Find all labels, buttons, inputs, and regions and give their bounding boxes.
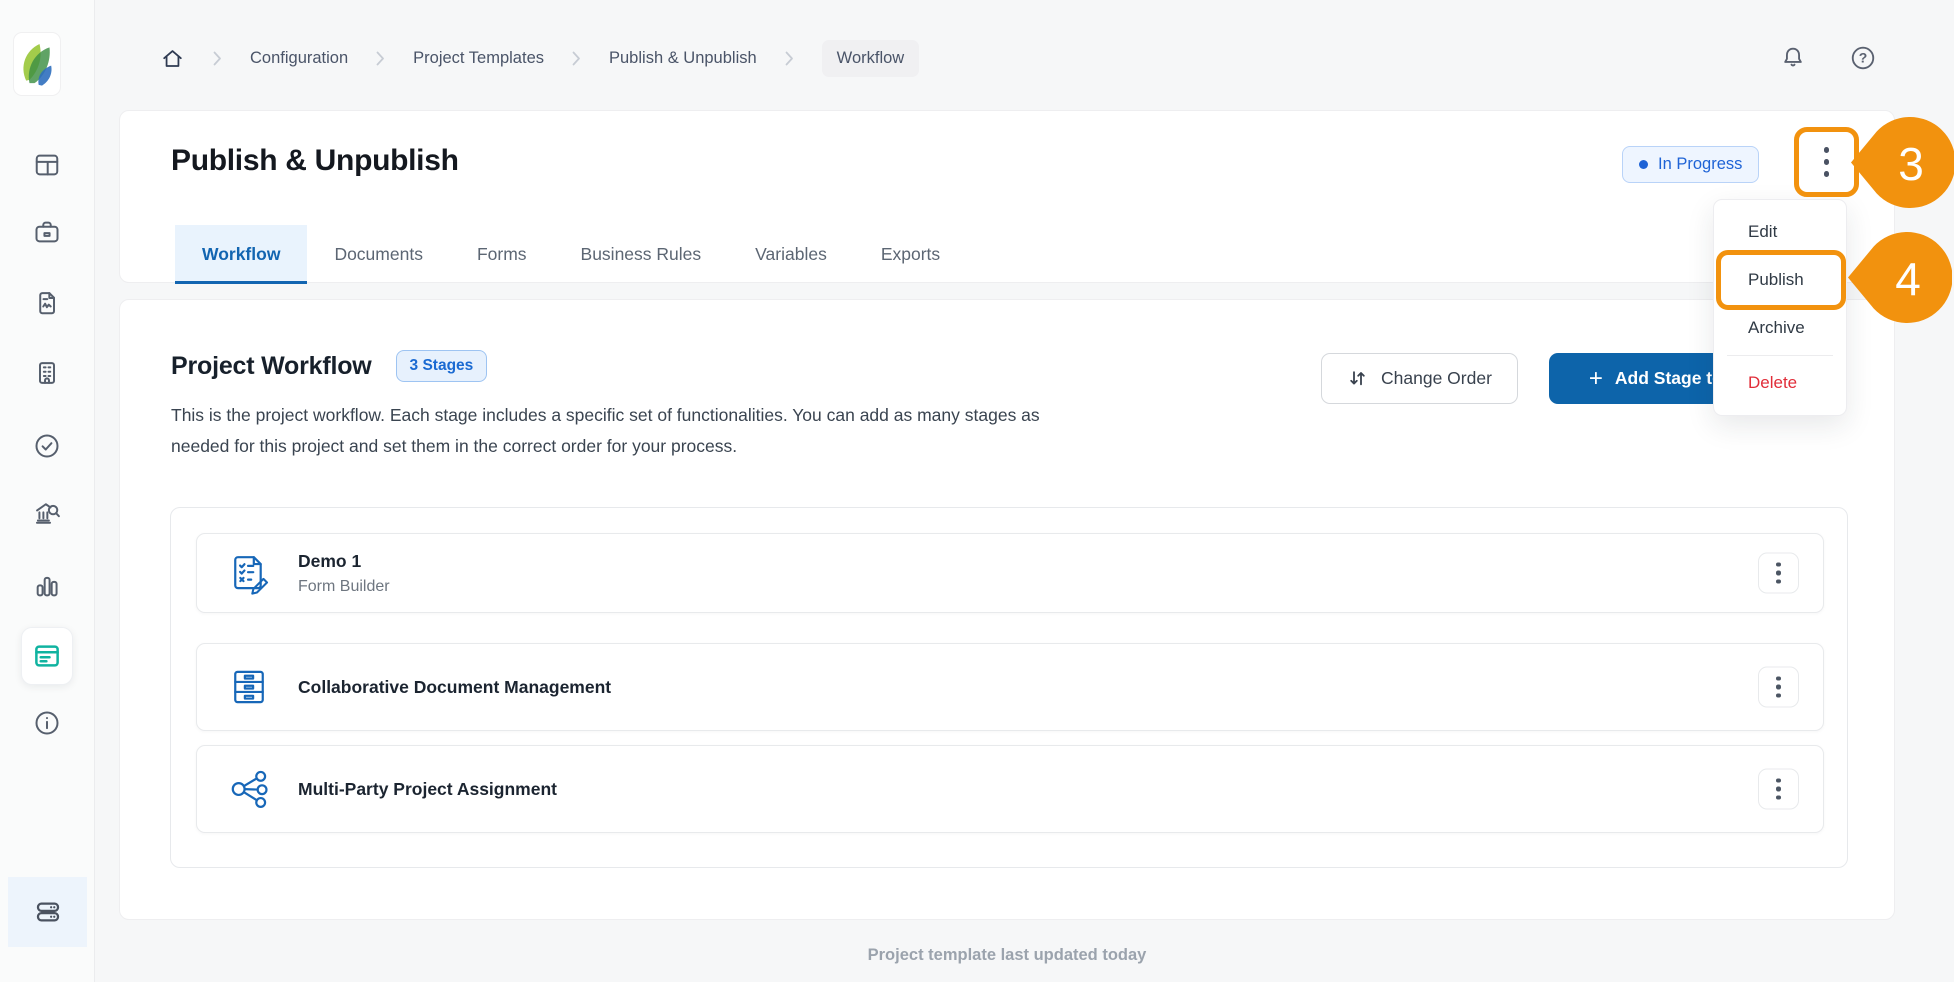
marker-number: 4 [1895,253,1921,305]
info-icon [33,709,61,737]
bar-chart-icon [33,572,61,600]
breadcrumb: Configuration Project Templates Publish … [160,20,919,96]
briefcase-icon [33,218,61,246]
tab-bar: Workflow Documents Forms Business Rules … [175,225,967,284]
project-templates-icon [32,641,62,671]
breadcrumb-item-workflow-current: Workflow [822,40,920,77]
stage-count-badge: 3 Stages [396,350,488,382]
sort-arrows-icon [1347,368,1368,389]
form-builder-icon [227,551,271,595]
stage-more-actions-button[interactable] [1758,769,1799,810]
chevron-right-icon [213,51,222,66]
tab-forms[interactable]: Forms [450,225,554,284]
stage-card-demo-1[interactable]: Demo 1 Form Builder [196,533,1824,613]
tab-workflow[interactable]: Workflow [175,225,307,284]
tab-exports[interactable]: Exports [854,225,967,284]
stage-more-actions-button[interactable] [1758,553,1799,594]
stage-list: Demo 1 Form Builder Collaborative Docume… [170,507,1848,868]
sidebar-item-analytics[interactable] [33,572,61,600]
svg-text:?: ? [1859,50,1868,66]
page-title: Publish & Unpublish [171,144,459,178]
chevron-right-icon [572,51,581,66]
help-icon: ? [1849,44,1877,72]
section-title: Project Workflow [171,352,372,381]
dashboard-icon [33,151,61,179]
chevron-right-icon [785,51,794,66]
stage-card-collaborative-document-management[interactable]: Collaborative Document Management [196,643,1824,731]
marker-number: 3 [1898,138,1924,190]
breadcrumb-item-configuration[interactable]: Configuration [250,49,348,68]
sidebar-item-projects[interactable] [33,218,61,246]
home-icon[interactable] [160,46,185,71]
app-logo [13,32,61,96]
stage-title: Demo 1 [298,551,390,572]
help-button[interactable]: ? [1849,44,1877,72]
check-circle-icon [33,432,61,460]
description-line: This is the project workflow. Each stage… [171,400,1311,431]
breadcrumb-item-project-templates[interactable]: Project Templates [413,49,544,68]
notification-bell-button[interactable] [1779,44,1807,72]
stage-title: Multi-Party Project Assignment [298,779,557,800]
menu-divider [1727,355,1833,356]
last-updated-note: Project template last updated today [119,946,1895,965]
menu-item-delete[interactable]: Delete [1714,359,1846,407]
sidebar-item-tasks[interactable] [33,432,61,460]
description-line: needed for this project and set them in … [171,431,1311,462]
status-badge: In Progress [1622,146,1759,183]
sidebar-item-data-sets[interactable] [8,877,87,947]
stage-card-multi-party-project-assignment[interactable]: Multi-Party Project Assignment [196,745,1824,833]
building-icon [33,359,61,387]
change-order-button[interactable]: Change Order [1321,353,1518,404]
report-file-icon [33,289,61,317]
tab-documents[interactable]: Documents [307,225,450,284]
tab-variables[interactable]: Variables [728,225,854,284]
template-header-card: Publish & Unpublish In Progress Workflow… [119,110,1895,283]
status-dot-icon [1639,160,1648,169]
workflow-heading-row: Project Workflow 3 Stages [171,350,487,382]
leaf-logo-icon [17,37,57,91]
menu-item-archive[interactable]: Archive [1714,304,1846,352]
tab-business-rules[interactable]: Business Rules [554,225,729,284]
sidebar-item-organization[interactable] [33,359,61,387]
sidebar-item-reports[interactable] [33,289,61,317]
plus-icon: + [1589,367,1603,391]
breadcrumb-item-publish-unpublish[interactable]: Publish & Unpublish [609,49,757,68]
document-management-icon [227,665,271,709]
server-stack-icon [33,897,63,927]
sidebar-item-project-templates[interactable] [21,627,73,685]
annotation-marker-3: 3 [1849,114,1954,211]
sidebar-item-institution-search[interactable] [33,499,61,527]
bank-search-icon [33,499,61,527]
multi-party-share-icon [227,767,271,811]
sidebar [0,0,95,982]
sidebar-item-info[interactable] [33,709,61,737]
status-badge-label: In Progress [1658,155,1742,174]
app-root: Configuration Project Templates Publish … [0,0,1954,982]
annotation-marker-4: 4 [1846,229,1952,326]
bell-icon [1779,44,1807,72]
menu-item-edit[interactable]: Edit [1714,208,1846,256]
stage-title: Collaborative Document Management [298,677,611,698]
workflow-panel: Project Workflow 3 Stages This is the pr… [119,299,1895,920]
stage-more-actions-button[interactable] [1758,667,1799,708]
workflow-description: This is the project workflow. Each stage… [171,400,1311,462]
change-order-label: Change Order [1381,368,1492,389]
annotation-highlight-publish [1716,250,1846,310]
stage-subtitle: Form Builder [298,578,390,596]
sidebar-item-dashboard[interactable] [33,151,61,179]
chevron-right-icon [376,51,385,66]
